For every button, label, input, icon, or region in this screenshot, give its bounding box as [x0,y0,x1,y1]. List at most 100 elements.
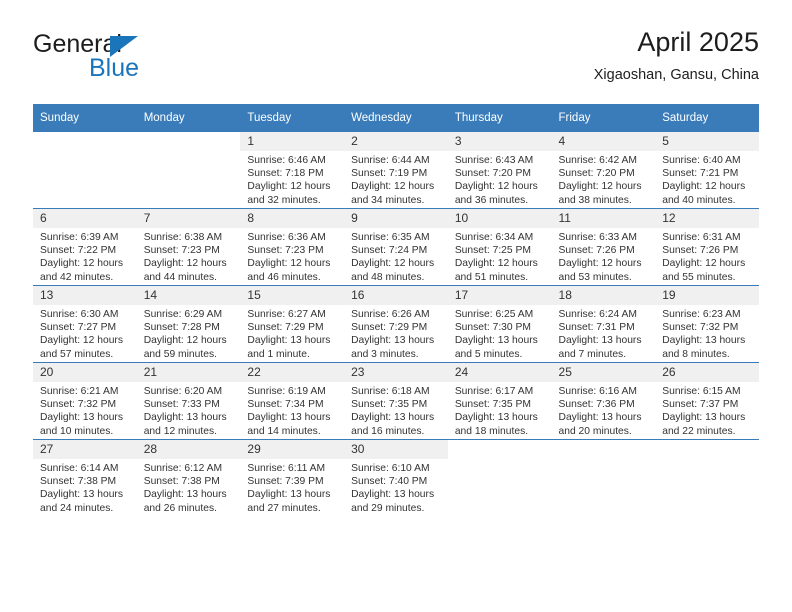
sunrise-text: Sunrise: 6:35 AM [351,232,430,243]
sunset-text: Sunset: 7:35 PM [454,399,531,411]
sunrise-text: Sunrise: 6:29 AM [143,309,223,320]
day-cell[interactable] [551,439,656,516]
day-cell[interactable]: 12 Sunrise: 6:31 AM Sunset: 7:26 PM Dayl… [655,208,759,286]
sunset-text: Sunset: 7:19 PM [351,168,428,180]
sunset-text: Sunset: 7:29 PM [247,322,324,334]
day-number: 11 [551,209,656,228]
weekday-header-saturday: Saturday [655,104,759,132]
day-cell[interactable]: 29 Sunrise: 6:11 AM Sunset: 7:39 PM Dayl… [240,439,345,516]
day-cell[interactable]: 23 Sunrise: 6:18 AM Sunset: 7:35 PM Dayl… [344,362,448,440]
day-cell[interactable]: 14 Sunrise: 6:29 AM Sunset: 7:28 PM Dayl… [136,285,241,363]
day-number [136,132,241,151]
week-row: 27 Sunrise: 6:14 AM Sunset: 7:38 PM Dayl… [33,439,759,516]
day-cell[interactable]: 27 Sunrise: 6:14 AM Sunset: 7:38 PM Dayl… [33,439,137,516]
day-cell[interactable]: 11 Sunrise: 6:33 AM Sunset: 7:26 PM Dayl… [551,208,656,286]
day-cell[interactable]: 25 Sunrise: 6:16 AM Sunset: 7:36 PM Dayl… [551,362,656,440]
day-cell[interactable]: 13 Sunrise: 6:30 AM Sunset: 7:27 PM Dayl… [33,285,137,363]
day-details: Sunrise: 6:21 AM Sunset: 7:32 PM Dayligh… [33,382,137,438]
day-details: Sunrise: 6:34 AM Sunset: 7:25 PM Dayligh… [448,228,552,284]
day-cell[interactable]: 18 Sunrise: 6:24 AM Sunset: 7:31 PM Dayl… [551,285,656,363]
calendar-page: General Blue April 2025 Xigaoshan, Gansu… [0,0,792,612]
sunrise-text: Sunrise: 6:27 AM [247,309,326,320]
daylight-text-line1: Daylight: 12 hours [40,335,123,347]
daylight-text-line2: and 12 minutes. [143,425,217,437]
day-cell[interactable]: 10 Sunrise: 6:34 AM Sunset: 7:25 PM Dayl… [447,208,552,286]
day-details: Sunrise: 6:25 AM Sunset: 7:30 PM Dayligh… [448,305,552,361]
day-cell[interactable]: 1 Sunrise: 6:46 AM Sunset: 7:18 PM Dayli… [240,132,345,209]
day-number: 16 [344,286,448,305]
day-cell[interactable]: 9 Sunrise: 6:35 AM Sunset: 7:24 PM Dayli… [344,208,448,286]
sunrise-text: Sunrise: 6:44 AM [351,155,430,166]
day-cell[interactable] [33,132,137,209]
sunset-text: Sunset: 7:36 PM [558,399,635,411]
day-cell[interactable]: 4 Sunrise: 6:42 AM Sunset: 7:20 PM Dayli… [551,132,656,209]
day-cell[interactable] [136,132,241,209]
day-number: 19 [655,286,759,305]
day-cell[interactable]: 20 Sunrise: 6:21 AM Sunset: 7:32 PM Dayl… [33,362,137,440]
day-cell[interactable]: 7 Sunrise: 6:38 AM Sunset: 7:23 PM Dayli… [136,208,241,286]
day-cell[interactable]: 3 Sunrise: 6:43 AM Sunset: 7:20 PM Dayli… [447,132,552,209]
day-cell[interactable]: 16 Sunrise: 6:26 AM Sunset: 7:29 PM Dayl… [344,285,448,363]
daylight-text-line1: Daylight: 13 hours [454,335,538,347]
day-cell[interactable] [447,439,552,516]
daylight-text-line2: and 16 minutes. [351,425,425,437]
page-header: General Blue April 2025 Xigaoshan, Gansu… [33,26,759,96]
sunrise-text: Sunrise: 6:15 AM [662,386,741,397]
sunrise-text: Sunrise: 6:11 AM [247,463,326,474]
day-cell[interactable]: 19 Sunrise: 6:23 AM Sunset: 7:32 PM Dayl… [655,285,759,363]
day-number: 3 [447,132,552,151]
sunset-text: Sunset: 7:37 PM [662,399,739,411]
day-number: 27 [33,440,137,459]
sunrise-text: Sunrise: 6:30 AM [40,309,119,320]
day-cell[interactable]: 24 Sunrise: 6:17 AM Sunset: 7:35 PM Dayl… [447,362,552,440]
day-details: Sunrise: 6:19 AM Sunset: 7:34 PM Dayligh… [240,382,344,438]
day-details: Sunrise: 6:12 AM Sunset: 7:38 PM Dayligh… [137,459,241,515]
sunrise-text: Sunrise: 6:20 AM [143,386,223,397]
day-cell[interactable]: 6 Sunrise: 6:39 AM Sunset: 7:22 PM Dayli… [33,208,137,286]
day-cell[interactable] [655,439,759,516]
daylight-text-line2: and 20 minutes. [558,425,632,437]
daylight-text-line1: Daylight: 12 hours [351,181,435,193]
daylight-text-line2: and 5 minutes. [454,348,523,360]
day-cell[interactable]: 21 Sunrise: 6:20 AM Sunset: 7:33 PM Dayl… [136,362,241,440]
day-cell[interactable]: 30 Sunrise: 6:10 AM Sunset: 7:40 PM Dayl… [344,439,448,516]
day-cell[interactable]: 15 Sunrise: 6:27 AM Sunset: 7:29 PM Dayl… [240,285,345,363]
week-row: 1 Sunrise: 6:46 AM Sunset: 7:18 PM Dayli… [33,132,759,209]
brand-logo[interactable]: General Blue [33,30,263,88]
day-number [33,132,137,151]
day-cell[interactable]: 28 Sunrise: 6:12 AM Sunset: 7:38 PM Dayl… [136,439,241,516]
day-number: 7 [136,209,241,228]
daylight-text-line2: and 42 minutes. [40,271,114,283]
day-details: Sunrise: 6:29 AM Sunset: 7:28 PM Dayligh… [137,305,241,361]
daylight-text-line2: and 14 minutes. [247,425,321,437]
day-details: Sunrise: 6:30 AM Sunset: 7:27 PM Dayligh… [33,305,137,361]
day-details: Sunrise: 6:31 AM Sunset: 7:26 PM Dayligh… [655,228,759,284]
sunset-text: Sunset: 7:39 PM [247,476,324,488]
day-cell[interactable]: 26 Sunrise: 6:15 AM Sunset: 7:37 PM Dayl… [655,362,759,440]
daylight-text-line2: and 57 minutes. [40,348,114,360]
day-details: Sunrise: 6:23 AM Sunset: 7:32 PM Dayligh… [655,305,759,361]
sunrise-text: Sunrise: 6:25 AM [454,309,534,320]
daylight-text-line2: and 46 minutes. [247,271,321,283]
sunset-text: Sunset: 7:26 PM [558,245,635,257]
day-number: 21 [136,363,241,382]
sunrise-text: Sunrise: 6:31 AM [662,232,741,243]
day-number: 14 [136,286,241,305]
day-cell[interactable]: 2 Sunrise: 6:44 AM Sunset: 7:19 PM Dayli… [344,132,448,209]
day-number: 30 [344,440,448,459]
day-details: Sunrise: 6:36 AM Sunset: 7:23 PM Dayligh… [240,228,344,284]
calendar-header-row: Sunday Monday Tuesday Wednesday Thursday… [33,104,759,132]
daylight-text-line2: and 55 minutes. [662,271,736,283]
daylight-text-line2: and 8 minutes. [662,348,730,360]
sunset-text: Sunset: 7:21 PM [662,168,739,180]
day-cell[interactable]: 17 Sunrise: 6:25 AM Sunset: 7:30 PM Dayl… [447,285,552,363]
weekday-header-monday: Monday [136,104,241,132]
day-cell[interactable]: 22 Sunrise: 6:19 AM Sunset: 7:34 PM Dayl… [240,362,345,440]
day-cell[interactable]: 8 Sunrise: 6:36 AM Sunset: 7:23 PM Dayli… [240,208,345,286]
day-cell[interactable]: 5 Sunrise: 6:40 AM Sunset: 7:21 PM Dayli… [655,132,759,209]
daylight-text-line1: Daylight: 12 hours [351,258,435,270]
sunset-text: Sunset: 7:38 PM [40,476,117,488]
sunrise-text: Sunrise: 6:12 AM [143,463,223,474]
daylight-text-line1: Daylight: 13 hours [351,412,435,424]
sunset-text: Sunset: 7:35 PM [351,399,428,411]
